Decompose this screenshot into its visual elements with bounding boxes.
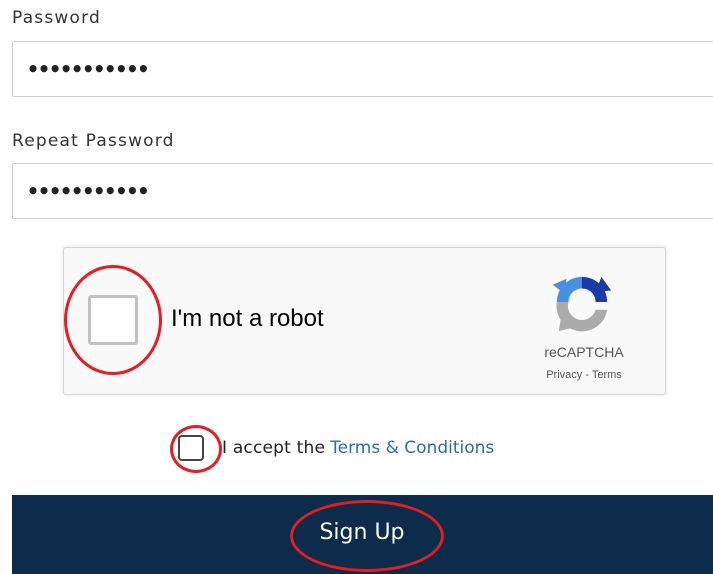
password-value: ••••••••••• [27,57,149,81]
recaptcha-logo-icon [552,276,612,332]
terms-conditions-link[interactable]: Terms & Conditions [330,438,494,458]
terms-row: I accept the Terms & Conditions [178,433,494,463]
recaptcha-links: Privacy - Terms [519,369,649,381]
recaptcha-brand: reCAPTCHA [544,344,624,360]
recaptcha-privacy-link[interactable]: Privacy [546,369,582,381]
terms-prefix-text: I accept the [222,438,326,458]
sign-up-button[interactable]: Sign Up [12,495,713,574]
repeat-password-value: ••••••••••• [27,179,149,203]
recaptcha-widget: I'm not a robot reCAPTCHA Privacy - Term… [63,247,666,395]
recaptcha-link-separator: - [582,369,592,381]
terms-checkbox[interactable] [178,435,204,461]
repeat-password-field[interactable]: ••••••••••• [12,163,713,219]
recaptcha-checkbox[interactable] [88,295,138,345]
password-field[interactable]: ••••••••••• [12,41,713,97]
sign-up-label: Sign Up [319,520,405,545]
password-label: Password [12,8,102,28]
repeat-password-label: Repeat Password [12,131,175,151]
signup-form: Password ••••••••••• Repeat Password •••… [0,0,713,574]
recaptcha-terms-link[interactable]: Terms [592,369,622,381]
recaptcha-label: I'm not a robot [171,305,324,332]
